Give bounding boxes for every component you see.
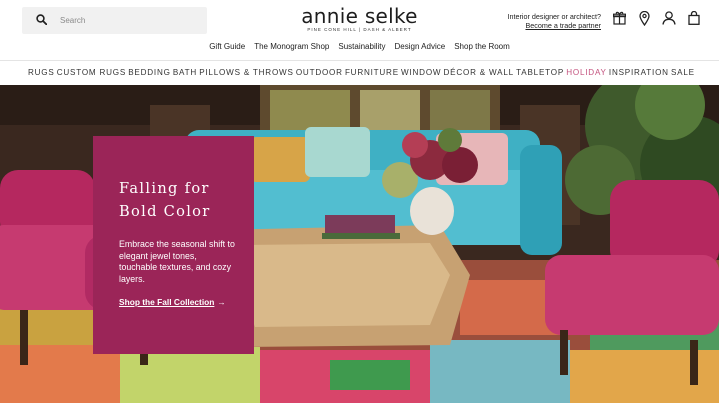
account-icon[interactable] [662, 10, 676, 26]
subnav-design-advice[interactable]: Design Advice [395, 40, 446, 54]
trade-question: Interior designer or architect? [507, 12, 601, 21]
subnav-sustainability[interactable]: Sustainability [338, 40, 385, 54]
shopping-bag-icon[interactable] [687, 10, 701, 26]
hero-body: Embrace the seasonal shift to elegant je… [119, 239, 235, 284]
cta-label: Shop the Fall Collection [119, 297, 215, 307]
arrow-right-icon: → [217, 297, 226, 307]
nav-bath[interactable]: BATH [173, 68, 197, 77]
trade-program: Interior designer or architect? Become a… [508, 12, 601, 30]
nav-outdoor[interactable]: OUTDOOR [296, 68, 343, 77]
subnav-shop-the-room[interactable]: Shop the Room [454, 40, 510, 54]
shop-fall-collection-link[interactable]: Shop the Fall Collection → [119, 297, 226, 307]
logo-tagline: PINE CONE HILL | DASH & ALBERT [307, 27, 412, 32]
gift-icon[interactable] [612, 10, 626, 26]
nav-window[interactable]: WINDOW [401, 68, 441, 77]
trade-partner-link[interactable]: Become a trade partner [508, 21, 601, 30]
hero-promo-card: Falling for Bold Color Embrace the seaso… [93, 136, 254, 354]
header-icons [612, 10, 701, 26]
nav-holiday[interactable]: HOLIDAY [566, 68, 607, 77]
nav-inspiration[interactable]: INSPIRATION [609, 68, 669, 77]
nav-pillows-throws[interactable]: PILLOWS & THROWS [199, 68, 294, 77]
secondary-nav: Gift Guide The Monogram Shop Sustainabil… [0, 40, 719, 54]
nav-custom-rugs[interactable]: CUSTOM RUGS [57, 68, 126, 77]
category-nav: RUGS CUSTOM RUGS BEDDING BATH PILLOWS & … [0, 60, 719, 84]
hero-headline: Falling for Bold Color [119, 180, 211, 220]
nav-decor-wall[interactable]: DÉCOR & WALL [444, 68, 514, 77]
location-pin-icon[interactable] [637, 10, 651, 26]
nav-sale[interactable]: SALE [671, 68, 695, 77]
nav-rugs[interactable]: RUGS [28, 68, 55, 77]
subnav-gift-guide[interactable]: Gift Guide [209, 40, 245, 54]
nav-bedding[interactable]: BEDDING [128, 68, 170, 77]
site-header: annie selke PINE CONE HILL | DASH & ALBE… [0, 0, 719, 40]
subnav-monogram-shop[interactable]: The Monogram Shop [254, 40, 329, 54]
nav-furniture[interactable]: FURNITURE [345, 68, 399, 77]
nav-tabletop[interactable]: TABLETOP [516, 68, 564, 77]
